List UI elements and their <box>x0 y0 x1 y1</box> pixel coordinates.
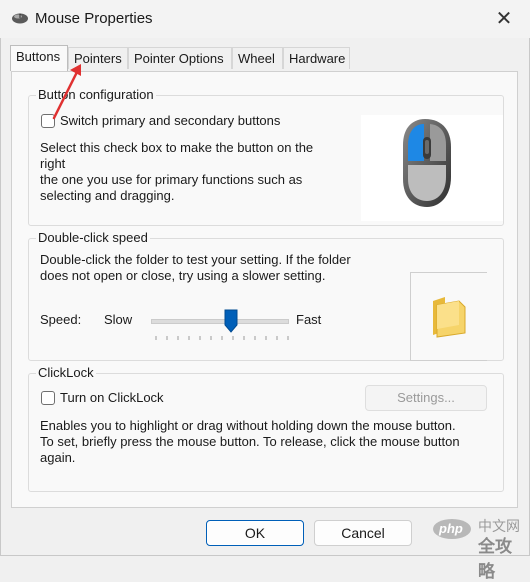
fast-label: Fast <box>296 312 322 327</box>
php-logo-text: php <box>439 521 463 536</box>
mouse-app-icon <box>12 13 28 24</box>
speed-slider-thumb[interactable] <box>224 309 238 333</box>
double-click-description: Double-click the folder to test your set… <box>40 252 410 284</box>
close-button[interactable]: ✕ <box>492 8 516 30</box>
test-folder-box[interactable] <box>410 272 487 361</box>
cancel-button[interactable]: Cancel <box>314 520 412 546</box>
mouse-icon <box>403 119 451 207</box>
ok-button[interactable]: OK <box>206 520 304 546</box>
clicklock-label: ClickLock <box>36 365 96 380</box>
title-bar: Mouse Properties ✕ <box>0 0 530 38</box>
speed-slider-track[interactable] <box>151 319 289 324</box>
close-icon: ✕ <box>495 8 513 30</box>
watermark: php 中文网 全攻略 <box>432 508 528 581</box>
description-line: Select this check box to make the button… <box>40 140 314 171</box>
tab-hardware[interactable]: Hardware <box>283 47 350 69</box>
speed-slider-ticks <box>155 336 289 340</box>
double-click-speed-label: Double-click speed <box>36 230 150 245</box>
description-line: To set, briefly press the mouse button. … <box>40 434 460 449</box>
slow-label: Slow <box>104 312 133 327</box>
description-line: the one you use for primary functions su… <box>40 172 303 187</box>
switch-buttons-label[interactable]: Switch primary and secondary buttons <box>60 113 280 128</box>
mouse-preview-panel <box>361 115 503 221</box>
description-line: Double-click the folder to test your set… <box>40 252 351 267</box>
tab-pointer-options[interactable]: Pointer Options <box>128 47 232 69</box>
description-line: Enables you to highlight or drag without… <box>40 418 456 433</box>
button-configuration-description: Select this check box to make the button… <box>40 140 340 204</box>
description-line: does not open or close, try using a slow… <box>40 268 326 283</box>
settings-button[interactable]: Settings... <box>365 385 487 411</box>
annotation-arrow-icon <box>52 64 81 120</box>
window-title: Mouse Properties <box>35 10 153 27</box>
description-line: selecting and dragging. <box>40 188 175 203</box>
clicklock-group: ClickLock Turn on ClickLock Settings... … <box>28 365 504 492</box>
speed-label: Speed: <box>40 312 82 327</box>
double-click-speed-group: Double-click speed Double-click the fold… <box>28 230 504 361</box>
description-line: again. <box>40 450 76 465</box>
tab-buttons[interactable]: Buttons <box>10 45 68 71</box>
button-configuration-group: Button configuration Switch primary and … <box>28 87 504 226</box>
clicklock-checkbox-label[interactable]: Turn on ClickLock <box>60 390 164 405</box>
tab-wheel[interactable]: Wheel <box>232 47 283 69</box>
watermark-brand-text: 全攻略 <box>478 537 512 581</box>
folder-icon <box>433 297 466 338</box>
clicklock-description: Enables you to highlight or drag without… <box>40 418 500 466</box>
buttons-tab-panel: Button configuration Switch primary and … <box>11 71 518 508</box>
clicklock-checkbox[interactable] <box>41 391 55 405</box>
